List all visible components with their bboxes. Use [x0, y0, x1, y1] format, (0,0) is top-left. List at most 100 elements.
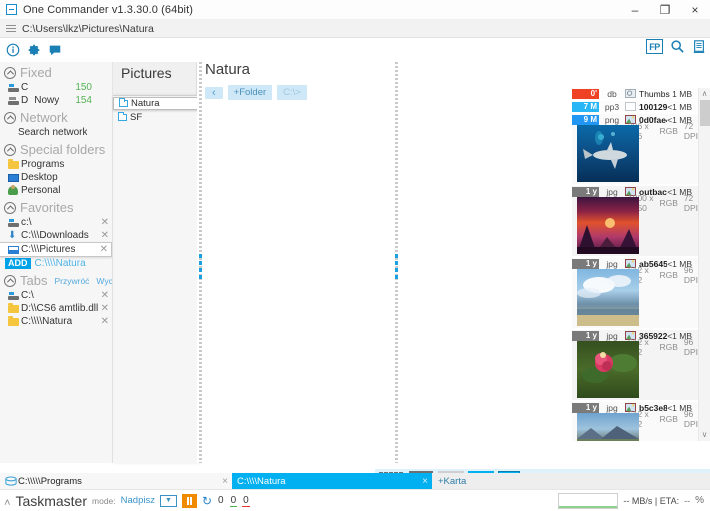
- sidebar-item-programs[interactable]: Programs: [0, 158, 112, 171]
- transfer-graph: [558, 492, 619, 509]
- section-title: Special folders: [20, 142, 106, 157]
- close-button[interactable]: ×: [680, 0, 710, 20]
- close-tab-button[interactable]: ✕: [101, 303, 109, 314]
- folder-icon: [8, 158, 21, 169]
- sidebar-item-drive-c[interactable]: C 150: [0, 81, 112, 94]
- search-icon[interactable]: [670, 39, 685, 54]
- maximize-button[interactable]: ❐: [650, 0, 680, 20]
- sidebar-tab-natura[interactable]: C:\\\\Natura ✕: [0, 315, 112, 328]
- item-label: D: [21, 95, 29, 106]
- new-folder-button[interactable]: +Folder: [227, 85, 273, 100]
- close-tab-button[interactable]: ✕: [101, 316, 109, 327]
- tab-natura[interactable]: C:\\\\Natura ×: [232, 473, 432, 489]
- file-row[interactable]: 1 y jpg ab564572775e11e29f5522000a9f14ae…: [572, 258, 698, 328]
- menu-icon[interactable]: [0, 24, 22, 33]
- fp-button[interactable]: FP: [646, 39, 663, 54]
- chevron-icon: [4, 111, 16, 124]
- image-dpi: 72 DPI: [683, 120, 698, 141]
- refresh-icon[interactable]: ↻: [202, 494, 212, 508]
- speech-bubble-icon[interactable]: [48, 43, 62, 57]
- file-name: Thumbs: [639, 88, 670, 99]
- file-list: 0' db Thumbs 1 MB 7 M pp3 10012986 26753…: [572, 88, 698, 441]
- chevron-up-icon[interactable]: ˅: [4, 495, 10, 507]
- item-label: c:\: [21, 217, 32, 228]
- title-bar: One Commander v1.3.30.0 (64bit) – ❐ ×: [0, 0, 710, 20]
- close-tab-button[interactable]: ✕: [101, 290, 109, 301]
- sidebar-item-desktop[interactable]: Desktop: [0, 171, 112, 184]
- sidebar-section-network[interactable]: Network: [0, 107, 112, 126]
- file-row[interactable]: 1 y jpg b5c3e896777911e288ea22000a1f9318…: [572, 402, 698, 441]
- tree-item-label: Natura: [131, 98, 160, 109]
- thumbnail[interactable]: [577, 413, 639, 441]
- clear-tabs-button[interactable]: Wyczyść: [96, 276, 112, 286]
- sidebar-section-special-folders[interactable]: Special folders: [0, 139, 112, 158]
- info-icon[interactable]: [6, 43, 20, 57]
- counter-total: 0: [218, 494, 224, 506]
- thumbnail[interactable]: [577, 125, 639, 182]
- item-label: Programs: [21, 159, 65, 170]
- window-title: One Commander v1.3.30.0 (64bit): [23, 3, 194, 16]
- color-space: RGB: [659, 269, 678, 280]
- sidebar-item-drive-d[interactable]: D Nowy 154: [0, 94, 112, 107]
- file-row[interactable]: 1 y jpg outback gardens desktop 1800x135…: [572, 186, 698, 256]
- root-path-button[interactable]: C:\>: [277, 85, 307, 100]
- scroll-down-button[interactable]: ∨: [699, 429, 710, 441]
- path-bar: C:\Users\lkz\Pictures\Natura: [0, 20, 710, 38]
- sidebar-tab-c[interactable]: C:\ ✕: [0, 289, 112, 302]
- splitter-left[interactable]: [199, 62, 202, 463]
- section-title: Favorites: [20, 200, 74, 215]
- sidebar-section-favorites[interactable]: Favorites: [0, 197, 112, 216]
- sidebar-add-favorite-row[interactable]: ADD C:\\\\Natura: [0, 257, 112, 270]
- mode-value[interactable]: Nadpisz: [121, 495, 155, 506]
- item-label: C: [21, 82, 29, 93]
- color-space: RGB: [659, 197, 678, 208]
- drive-icon: [8, 291, 21, 300]
- pause-button[interactable]: [181, 493, 197, 508]
- add-chip[interactable]: ADD: [5, 258, 31, 269]
- folder-icon: [118, 98, 128, 107]
- file-row[interactable]: 0' db Thumbs 1 MB: [572, 88, 698, 99]
- minimize-button[interactable]: –: [620, 0, 650, 20]
- back-button[interactable]: ‹: [205, 86, 223, 99]
- file-row[interactable]: 9 M png 0d0fae48341a11e39dc322000a1f9c8f…: [572, 114, 698, 184]
- file-db-icon: [625, 89, 636, 98]
- sidebar-section-fixed[interactable]: Fixed: [0, 62, 112, 81]
- chevron-down-icon[interactable]: ▼: [159, 494, 177, 507]
- tab-icon: [5, 476, 18, 487]
- tree-item-natura[interactable]: Natura: [113, 97, 202, 110]
- sidebar-item-search-network[interactable]: Search network: [0, 126, 112, 139]
- item-sublabel: Nowy: [34, 95, 60, 106]
- close-tab-icon[interactable]: ×: [422, 476, 428, 487]
- file-row[interactable]: 7 M pp3 10012986 267535340095122 1141782…: [572, 101, 698, 112]
- gear-icon[interactable]: [27, 43, 41, 57]
- scroll-up-button[interactable]: ∧: [699, 88, 710, 100]
- sidebar-section-tabs[interactable]: Tabs Przywróć Wyczyść: [0, 270, 112, 289]
- close-tab-icon[interactable]: ×: [222, 476, 228, 487]
- remove-favorite-button[interactable]: ✕: [100, 244, 108, 255]
- tree-item-sf[interactable]: SF: [113, 111, 200, 123]
- thumbnail[interactable]: [577, 197, 639, 254]
- file-row[interactable]: 1 y jpg 36592214776b11e2ae2622000a1fb7e1…: [572, 330, 698, 400]
- sidebar-favorite-downloads[interactable]: ⬇ C:\\\Downloads ✕: [0, 229, 112, 242]
- transfer-speed: -- MB/s | ETA:: [623, 495, 680, 506]
- remove-favorite-button[interactable]: ✕: [101, 217, 109, 228]
- thumbnail[interactable]: [577, 341, 639, 398]
- sidebar-item-personal[interactable]: Personal: [0, 184, 112, 197]
- document-list-icon[interactable]: [692, 39, 706, 54]
- main-region: Fixed C 150 D Nowy 154 Network Search ne…: [0, 61, 710, 463]
- file-list-scrollbar[interactable]: ∧ ∨: [698, 88, 710, 441]
- sidebar-favorite-c[interactable]: c:\ ✕: [0, 216, 112, 229]
- scrollbar-thumb[interactable]: [700, 100, 710, 126]
- sidebar-favorite-pictures[interactable]: C:\\\Pictures ✕: [0, 242, 112, 257]
- restore-tabs-button[interactable]: Przywróć: [54, 276, 89, 286]
- tab-programs[interactable]: C:\\\\\Programs ×: [0, 473, 232, 489]
- remove-favorite-button[interactable]: ✕: [101, 230, 109, 241]
- splitter-right[interactable]: [395, 62, 398, 463]
- file-list-panel: 0' db Thumbs 1 MB 7 M pp3 10012986 26753…: [572, 62, 710, 463]
- thumbnail[interactable]: [577, 269, 639, 326]
- image-dpi: 96 DPI: [683, 264, 698, 285]
- sidebar-tab-cs6[interactable]: D:\\CS6 amtlib.dll ✕: [0, 302, 112, 315]
- current-path[interactable]: C:\Users\lkz\Pictures\Natura: [22, 23, 154, 35]
- new-tab-button[interactable]: +Karta: [432, 476, 472, 487]
- chevron-icon: [4, 201, 16, 214]
